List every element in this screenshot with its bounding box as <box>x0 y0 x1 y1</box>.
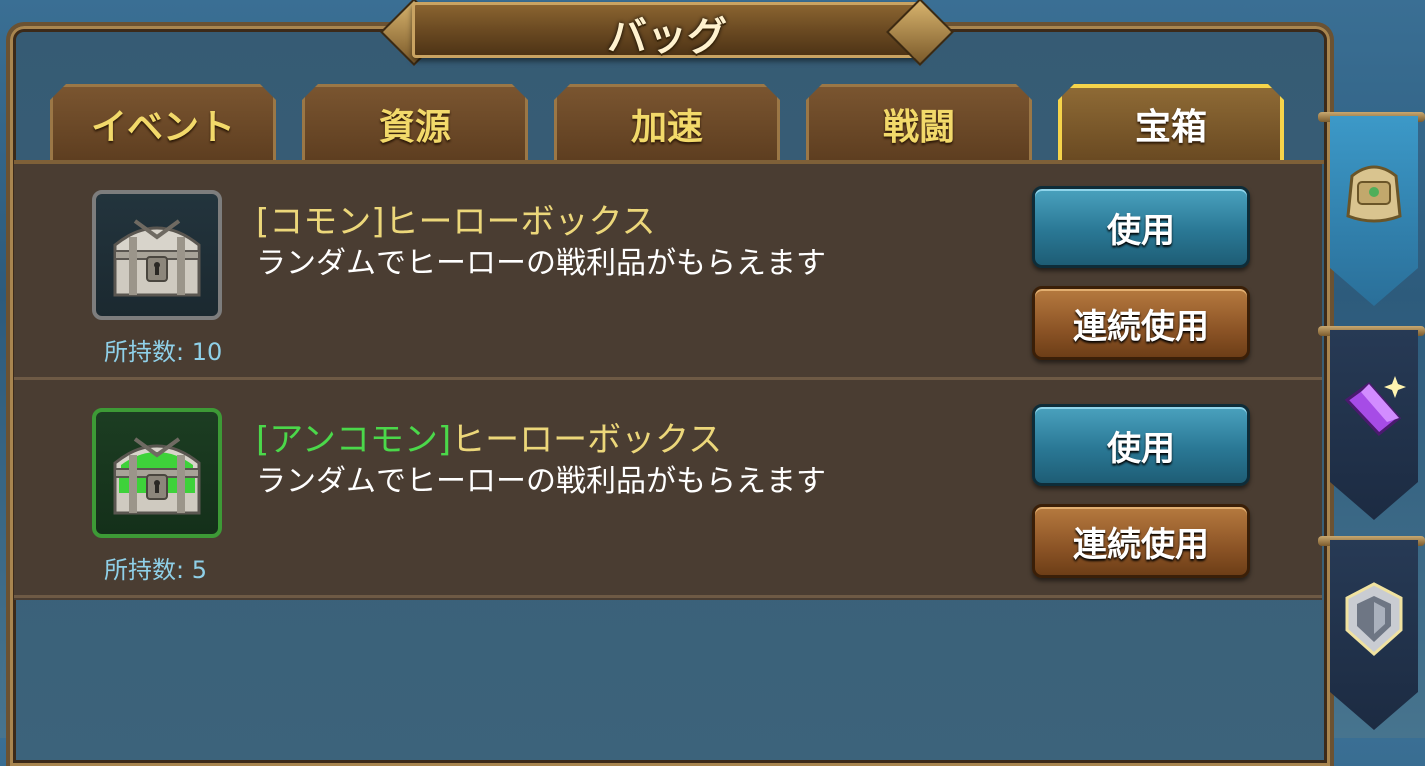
use-button[interactable]: 使用 <box>1032 186 1250 268</box>
side-tab-equipment[interactable] <box>1330 540 1418 730</box>
name-bracket-close: ] <box>437 420 452 460</box>
item-name: [コモン]ヒーローボックス <box>256 194 656 243</box>
item-description: ランダムでヒーローの戦利品がもらえます <box>256 464 826 499</box>
item-rarity: コモン <box>269 202 372 242</box>
item-description: ランダムでヒーローの戦利品がもらえます <box>256 246 826 281</box>
bag-icon <box>1346 165 1402 223</box>
list-item: 所持数: 10 [コモン]ヒーローボックス ランダムでヒーローの戦利品がもらえま… <box>14 164 1322 380</box>
name-bracket-close: ] <box>371 202 385 242</box>
use-multiple-button[interactable]: 連続使用 <box>1032 286 1250 360</box>
side-tab-bag[interactable] <box>1330 116 1418 306</box>
item-rarity: アンコモン <box>269 420 438 460</box>
title-plate: バッグ <box>380 0 954 66</box>
common-chest-icon[interactable] <box>92 190 222 320</box>
item-name-text: ヒーローボックス <box>384 202 656 242</box>
name-bracket-open: [ <box>256 420 270 460</box>
item-name-text: ヒーローボックス <box>451 420 723 460</box>
item-list: 所持数: 10 [コモン]ヒーローボックス ランダムでヒーローの戦利品がもらえま… <box>14 164 1322 600</box>
tab-battle[interactable]: 戦闘 <box>806 84 1032 160</box>
purple-gem-icon <box>1344 376 1406 437</box>
shield-badge-icon <box>1345 582 1403 657</box>
chest-graphic <box>113 437 201 515</box>
page-title: バッグ <box>607 14 727 60</box>
item-count: 所持数: 5 <box>104 556 207 584</box>
tab-chests[interactable]: 宝箱 <box>1058 84 1284 160</box>
tab-speedup[interactable]: 加速 <box>554 84 780 160</box>
use-button[interactable]: 使用 <box>1032 404 1250 486</box>
list-item: 所持数: 5 [アンコモン]ヒーローボックス ランダムでヒーローの戦利品がもらえ… <box>14 382 1322 598</box>
chest-graphic <box>113 219 201 297</box>
tab-resources[interactable]: 資源 <box>302 84 528 160</box>
item-name: [アンコモン]ヒーローボックス <box>256 412 722 461</box>
side-tab-gems[interactable] <box>1330 330 1418 520</box>
item-count: 所持数: 10 <box>104 338 223 366</box>
uncommon-chest-icon[interactable] <box>92 408 222 538</box>
tab-event[interactable]: イベント <box>50 84 276 160</box>
use-multiple-button[interactable]: 連続使用 <box>1032 504 1250 578</box>
name-bracket-open: [ <box>256 202 270 242</box>
